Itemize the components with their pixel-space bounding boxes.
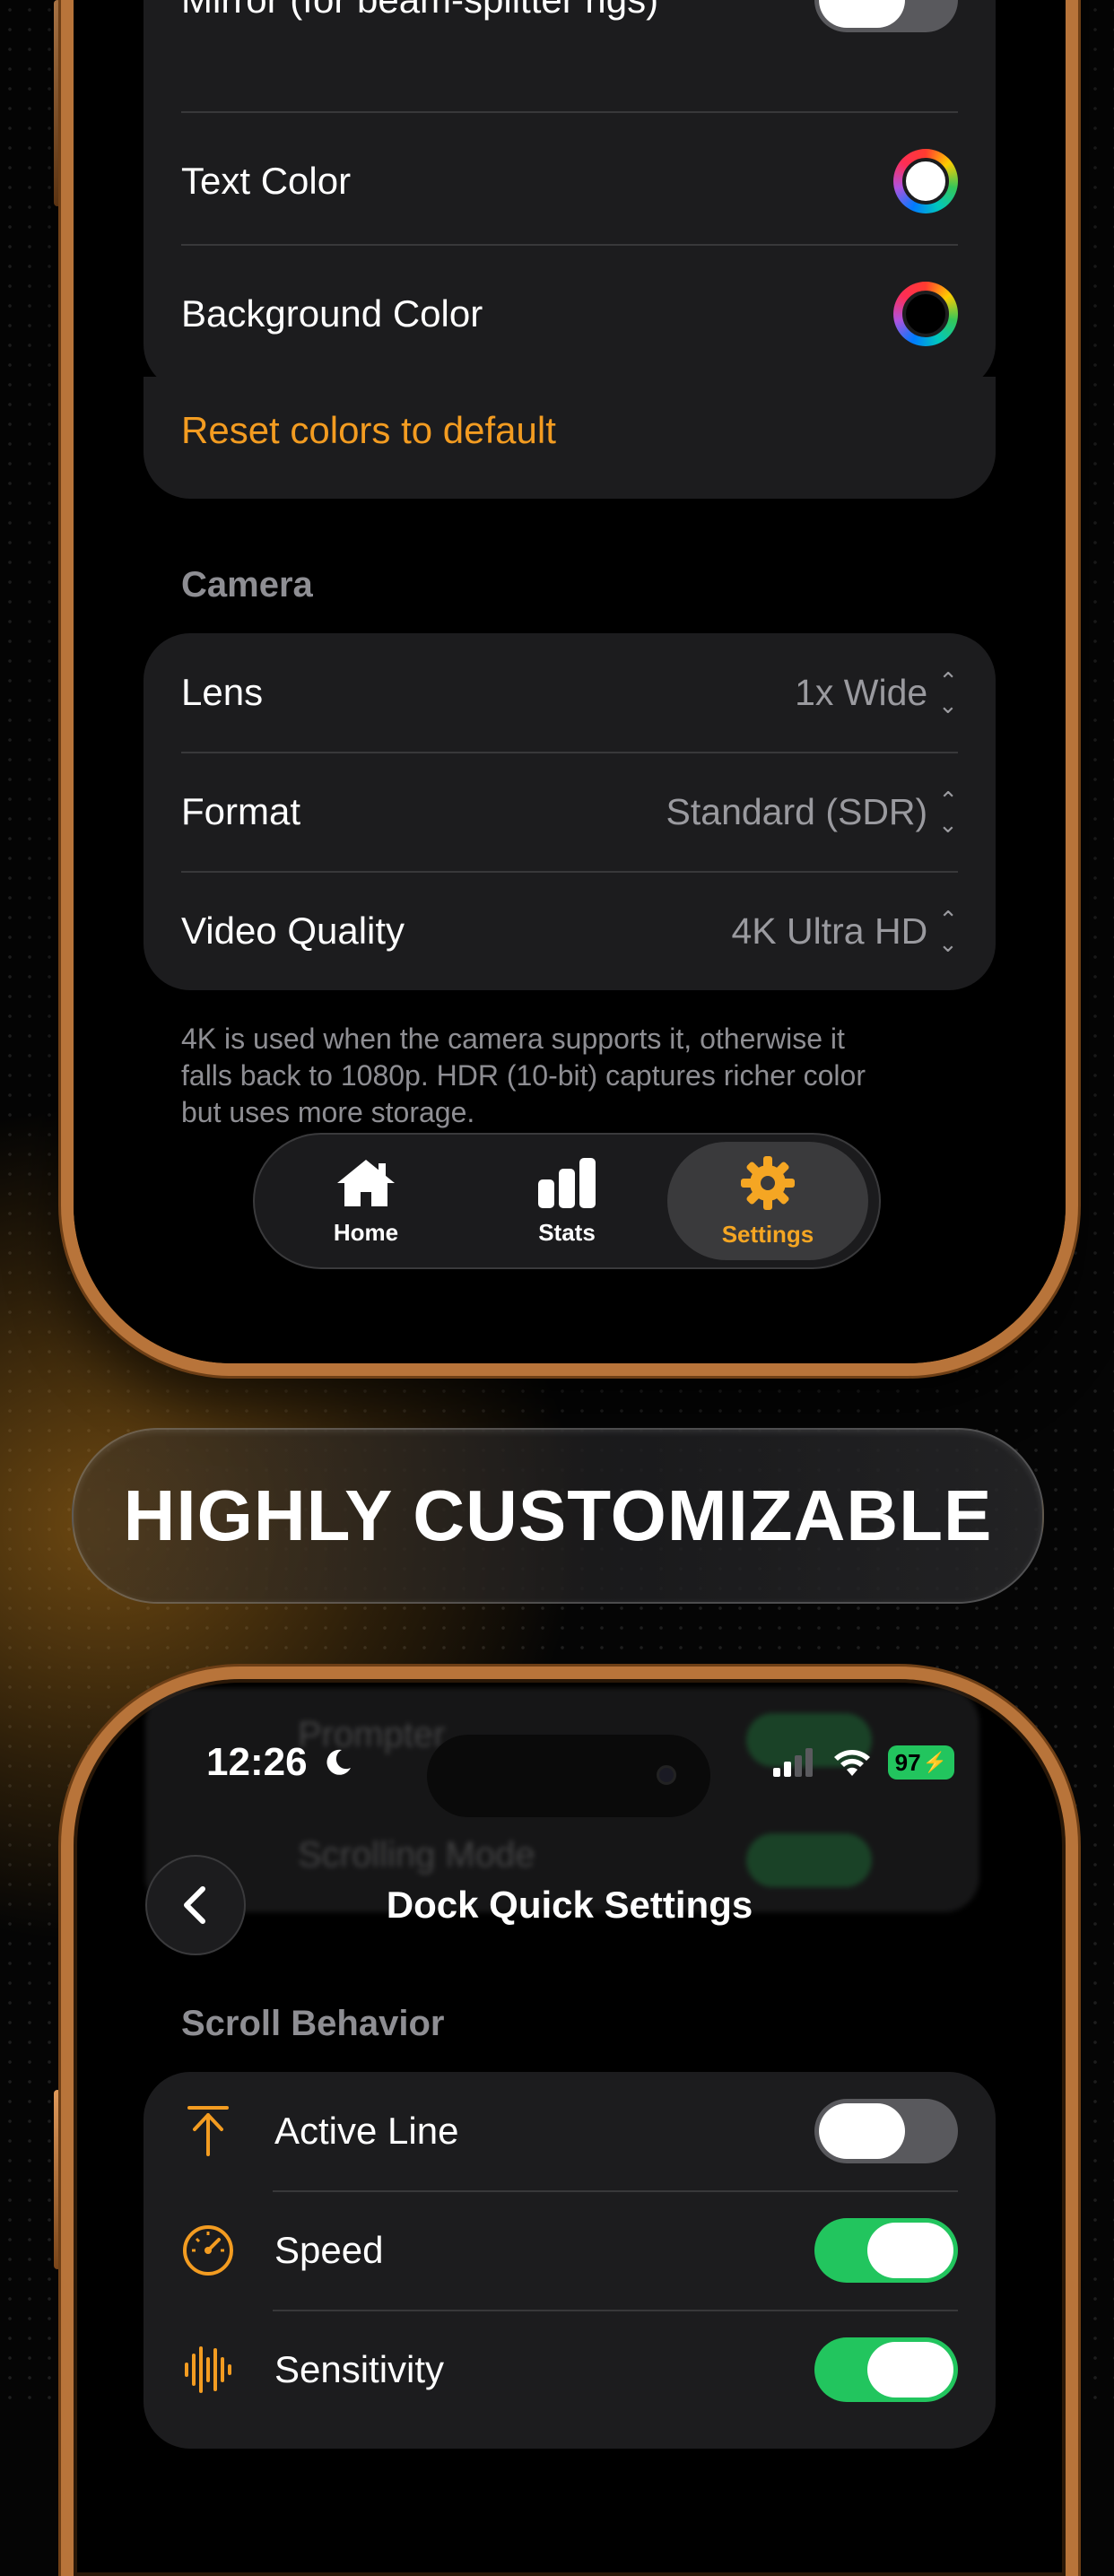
text-color-row[interactable]: Text Color bbox=[144, 122, 996, 240]
text-color-label: Text Color bbox=[181, 160, 352, 202]
page-title: Dock Quick Settings bbox=[386, 1884, 753, 1926]
display-settings-card: Mirror (for beam-splitter rigs) Text Col… bbox=[144, 0, 996, 391]
reset-colors-button[interactable]: Reset colors to default bbox=[181, 409, 958, 452]
camera-section-title: Camera bbox=[181, 565, 313, 605]
format-label: Format bbox=[181, 790, 301, 832]
status-bar-time: 12:26 bbox=[206, 1740, 354, 1785]
sensitivity-toggle[interactable] bbox=[814, 2337, 958, 2402]
lens-value: 1x Wide bbox=[795, 671, 928, 713]
divider bbox=[181, 111, 958, 113]
chevron-up-down-icon: ⌃ ⌃ bbox=[938, 787, 958, 837]
footnote-line: falls back to 1080p. HDR (10-bit) captur… bbox=[181, 1059, 866, 1092]
sensitivity-label: Sensitivity bbox=[274, 2348, 445, 2390]
camera-settings-card: Lens 1x Wide ⌃ ⌃ Format Standard (SDR) ⌃ ⌃ V… bbox=[144, 633, 996, 990]
toggle-knob bbox=[819, 0, 905, 28]
footnote-line: 4K is used when the camera supports it, … bbox=[181, 1023, 845, 1055]
active-line-row[interactable]: Active Line bbox=[144, 2072, 996, 2190]
background-color-label: Background Color bbox=[181, 292, 483, 335]
camera-footnote: 4K is used when the camera supports it, … bbox=[181, 1021, 866, 1131]
camera-lens bbox=[657, 1765, 676, 1785]
settings-screen: Mirror (for beam-splitter rigs) Text Col… bbox=[74, 0, 1066, 1363]
background-color-row[interactable]: Background Color bbox=[144, 255, 996, 373]
phone-mockup-top: Mirror (for beam-splitter rigs) Text Col… bbox=[61, 0, 1078, 1376]
battery-level: 97 bbox=[894, 1748, 921, 1776]
moon-icon bbox=[326, 1749, 351, 1775]
waveform-icon bbox=[181, 2343, 235, 2397]
chevron-up-down-icon: ⌃ ⌃ bbox=[938, 906, 958, 956]
phone-side-button bbox=[54, 0, 61, 206]
chevron-up-down-icon: ⌃ ⌃ bbox=[938, 667, 958, 718]
active-line-toggle[interactable] bbox=[814, 2099, 958, 2163]
tab-bar: Home Stats Settings bbox=[253, 1133, 881, 1269]
speed-toggle[interactable] bbox=[814, 2218, 958, 2283]
footnote-line: but uses more storage. bbox=[181, 1096, 475, 1128]
ghost-row-label: Scrolling Mode bbox=[298, 1835, 535, 1875]
toggle-knob bbox=[867, 2223, 953, 2278]
toggle-knob bbox=[819, 2103, 905, 2159]
tab-home[interactable]: Home bbox=[265, 1142, 466, 1260]
format-picker[interactable]: Standard (SDR) ⌃ ⌃ bbox=[666, 787, 958, 837]
lens-picker[interactable]: 1x Wide ⌃ ⌃ bbox=[795, 667, 958, 718]
background-color-well[interactable] bbox=[893, 282, 958, 346]
gauge-icon bbox=[181, 2224, 235, 2277]
tab-stats-label: Stats bbox=[538, 1218, 596, 1246]
reset-colors-row[interactable]: Reset colors to default bbox=[144, 377, 996, 484]
color-swatch bbox=[902, 291, 949, 337]
lens-label: Lens bbox=[181, 671, 264, 713]
color-swatch bbox=[902, 158, 949, 205]
charging-bolt-icon: ⚡ bbox=[922, 1751, 947, 1773]
mirror-toggle[interactable] bbox=[814, 0, 958, 32]
dynamic-island bbox=[427, 1735, 710, 1817]
tab-settings[interactable]: Settings bbox=[667, 1142, 868, 1260]
scroll-behavior-card: Active Line Speed Sensitivity bbox=[144, 2072, 996, 2449]
reset-card: Reset colors to default bbox=[144, 377, 996, 499]
video-quality-row[interactable]: Video Quality 4K Ultra HD ⌃ ⌃ bbox=[144, 872, 996, 990]
tab-home-label: Home bbox=[333, 1218, 399, 1246]
cellular-signal-icon bbox=[772, 1748, 813, 1777]
status-time-text: 12:26 bbox=[206, 1740, 308, 1784]
format-value: Standard (SDR) bbox=[666, 790, 928, 832]
video-quality-picker[interactable]: 4K Ultra HD ⌃ ⌃ bbox=[731, 906, 958, 956]
wifi-icon bbox=[833, 1750, 870, 1776]
mirror-row[interactable]: Mirror (for beam-splitter rigs) bbox=[144, 0, 996, 55]
format-row[interactable]: Format Standard (SDR) ⌃ ⌃ bbox=[144, 753, 996, 871]
headline-text: HIGHLY CUSTOMIZABLE bbox=[123, 1475, 993, 1555]
mirror-label: Mirror (for beam-splitter rigs) bbox=[181, 0, 814, 22]
tab-settings-label: Settings bbox=[721, 1220, 814, 1248]
active-line-label: Active Line bbox=[274, 2110, 459, 2152]
video-quality-label: Video Quality bbox=[181, 909, 405, 952]
headline-banner: HIGHLY CUSTOMIZABLE bbox=[72, 1428, 1044, 1604]
tab-stats[interactable]: Stats bbox=[466, 1142, 667, 1260]
divider bbox=[181, 244, 958, 246]
scroll-behavior-section-title: Scroll Behavior bbox=[181, 2004, 445, 2043]
ghost-toggle bbox=[746, 1833, 872, 1887]
battery-indicator: 97 ⚡ bbox=[887, 1745, 954, 1780]
toggle-knob bbox=[867, 2342, 953, 2398]
speed-row[interactable]: Speed bbox=[144, 2191, 996, 2310]
lens-row[interactable]: Lens 1x Wide ⌃ ⌃ bbox=[144, 633, 996, 752]
chart-bars-icon bbox=[538, 1157, 596, 1208]
arrow-up-to-line-icon bbox=[181, 2104, 235, 2158]
text-color-well[interactable] bbox=[893, 149, 958, 213]
phone-side-button bbox=[54, 2090, 61, 2269]
status-bar-icons: 97 ⚡ bbox=[772, 1745, 954, 1780]
phone-mockup-bottom: Prompter Scrolling Mode 12:26 97 ⚡ Dock … bbox=[61, 1667, 1078, 2576]
sensitivity-row[interactable]: Sensitivity bbox=[144, 2311, 996, 2429]
speed-label: Speed bbox=[274, 2229, 384, 2271]
house-icon bbox=[337, 1159, 395, 1206]
gear-icon bbox=[741, 1155, 795, 1210]
video-quality-value: 4K Ultra HD bbox=[731, 909, 928, 952]
